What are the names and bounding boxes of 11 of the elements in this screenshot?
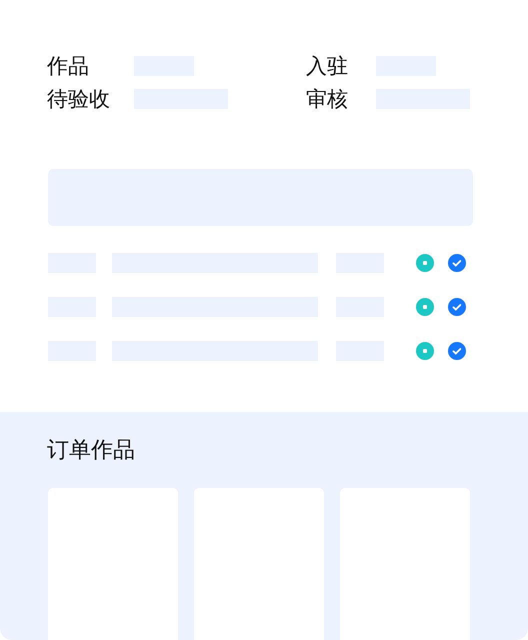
section-title: 订单作品 xyxy=(47,438,135,464)
check-icon xyxy=(448,298,466,316)
check-icon xyxy=(448,342,466,360)
status-icon xyxy=(416,298,434,316)
status-icon xyxy=(416,254,434,272)
check-icon xyxy=(448,254,466,272)
stat-label: 待验收 xyxy=(47,89,111,109)
stat-label: 审核 xyxy=(306,89,349,109)
stat-label: 作品 xyxy=(47,56,90,76)
status-icon xyxy=(416,342,434,360)
stat-label: 入驻 xyxy=(306,56,349,76)
